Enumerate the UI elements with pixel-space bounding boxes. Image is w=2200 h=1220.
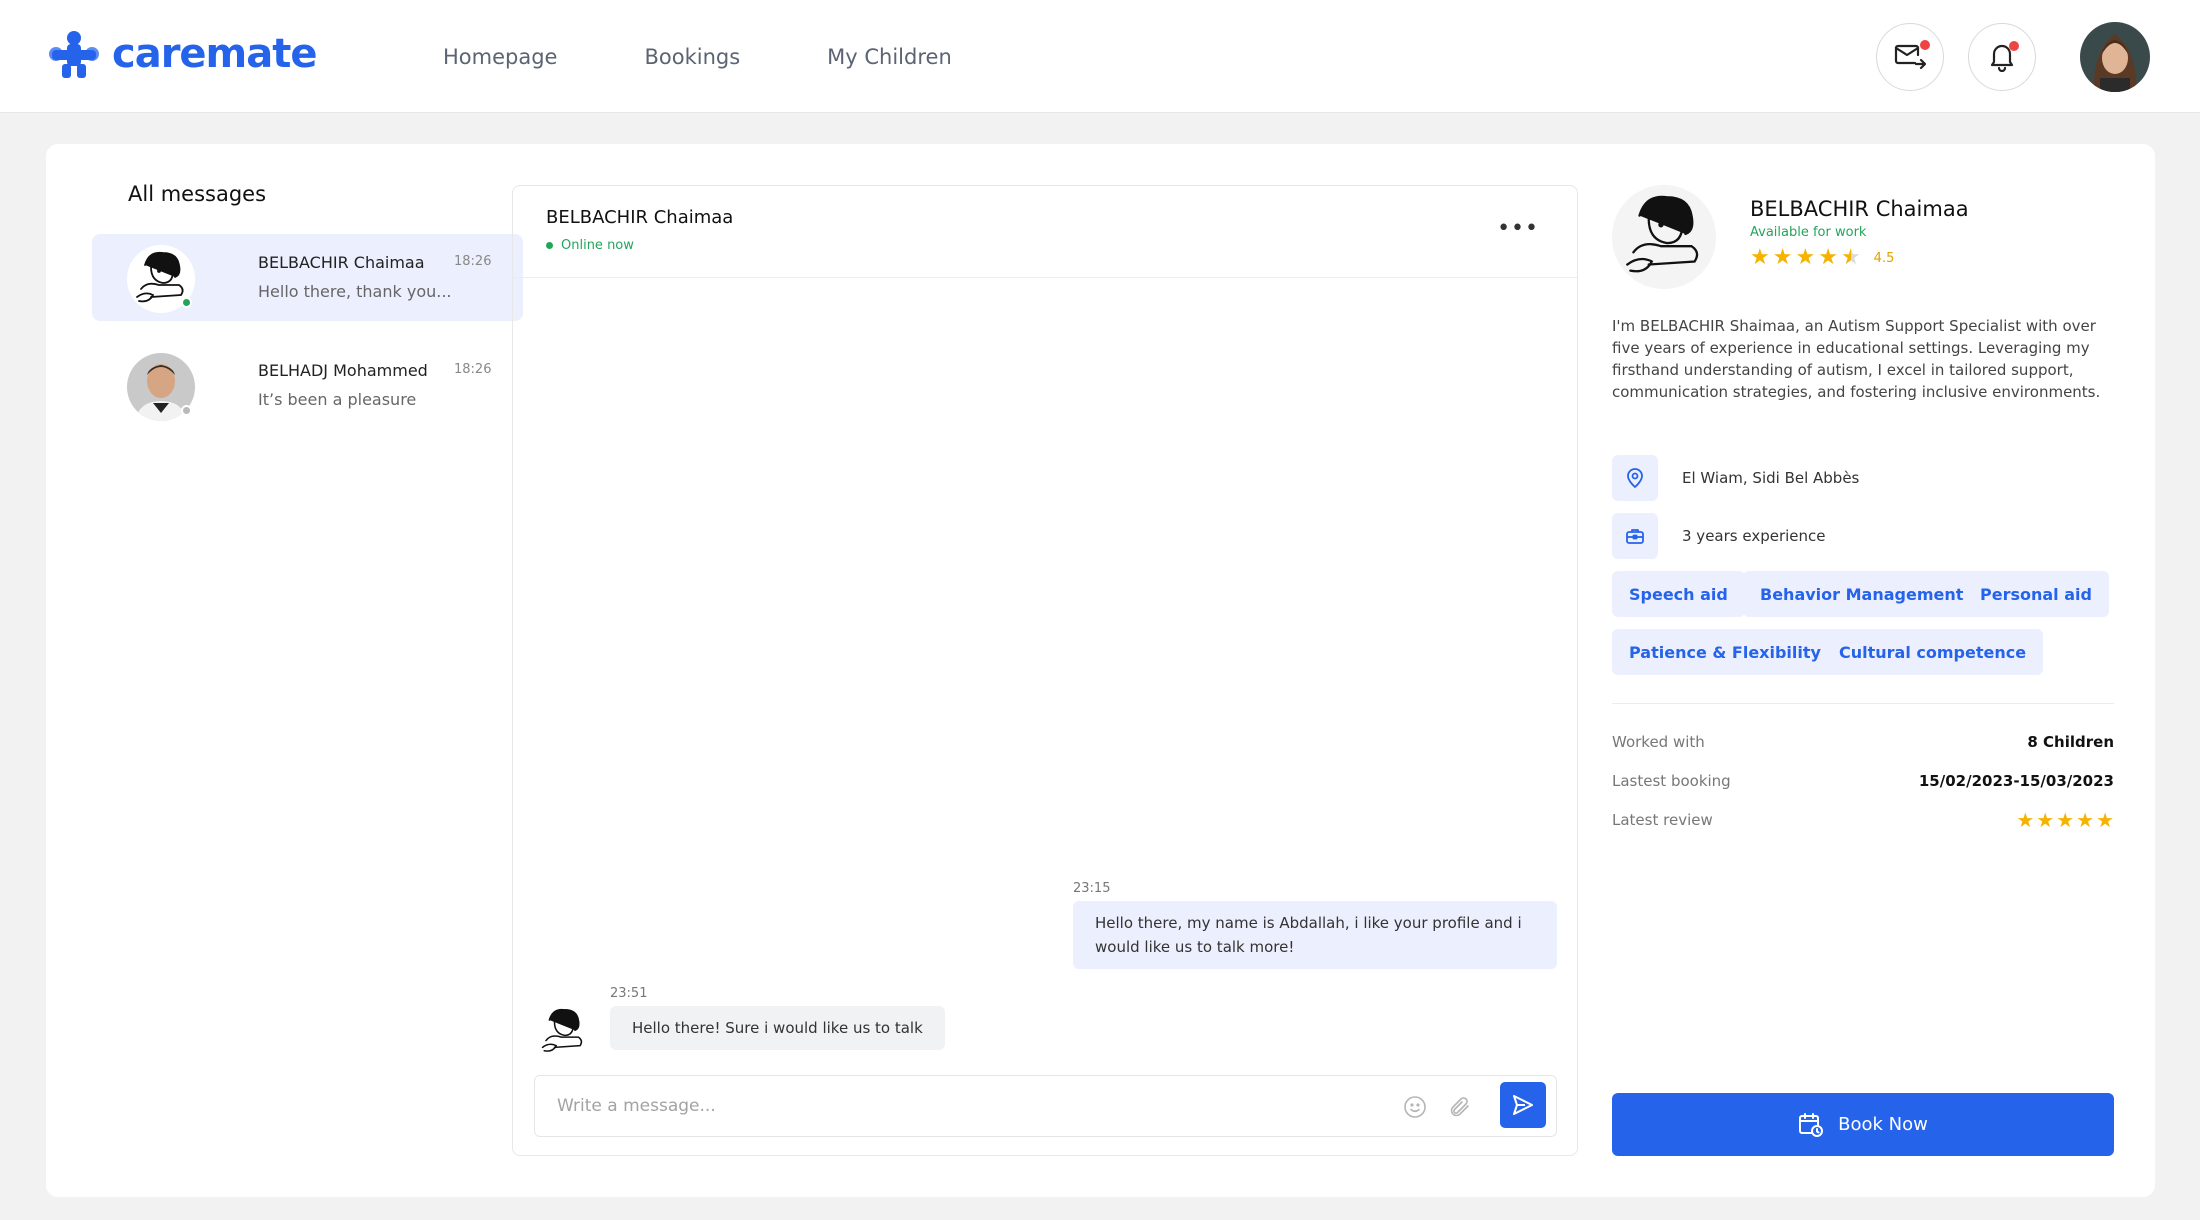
contact-name: BELBACHIR Chaimaa [258, 253, 425, 272]
online-status-text: Online now [561, 238, 634, 253]
skill-tag: Patience & Flexibility [1612, 629, 1838, 675]
conversation-item[interactable]: BELHADJ Mohammed 18:26 It’s been a pleas… [92, 342, 523, 429]
notifications-button[interactable] [1968, 23, 2036, 91]
incoming-message-bubble: Hello there! Sure i would like us to tal… [610, 1006, 945, 1050]
contact-message-avatar [534, 1003, 592, 1061]
availability-text: Available for work [1750, 225, 1867, 240]
location-row: El Wiam, Sidi Bel Abbès [1612, 455, 1859, 501]
latest-review-row: Latest review ★ ★ ★ ★ ★ [1612, 809, 2114, 831]
main-card: All messages BELBACHIR Chaimaa 18:26 Hel… [46, 144, 2155, 1197]
outgoing-message-bubble: Hello there, my name is Abdallah, i like… [1073, 901, 1557, 969]
latest-booking-label: Lastest booking [1612, 772, 1731, 790]
send-icon [1513, 1095, 1533, 1115]
message-preview: Hello there, thank you... [258, 282, 452, 301]
message-time: 18:26 [454, 254, 492, 269]
nav-homepage[interactable]: Homepage [443, 45, 557, 69]
latest-review-label: Latest review [1612, 811, 1713, 829]
location-pin-icon [1612, 455, 1658, 501]
all-messages-title: All messages [128, 182, 267, 206]
experience-row: 3 years experience [1612, 513, 1826, 559]
skill-tag: Personal aid [1963, 571, 2109, 617]
user-avatar[interactable] [2080, 22, 2150, 92]
star-icon: ★ [2096, 808, 2114, 832]
outgoing-message-time: 23:15 [1073, 881, 1111, 896]
location-text: El Wiam, Sidi Bel Abbès [1682, 469, 1860, 487]
nav-my-children[interactable]: My Children [827, 45, 952, 69]
profile-name: BELBACHIR Chaimaa [1750, 197, 1969, 221]
book-now-label: Book Now [1838, 1114, 1928, 1135]
incoming-message-time: 23:51 [610, 986, 648, 1001]
top-navbar: caremate Homepage Bookings My Children [0, 0, 2200, 113]
message-input[interactable] [557, 1090, 1377, 1122]
briefcase-icon [1612, 513, 1658, 559]
profile-panel: BELBACHIR Chaimaa Available for work ★ ★… [1612, 185, 2114, 1156]
calendar-clock-icon [1799, 1112, 1824, 1137]
message-time: 18:26 [454, 362, 492, 377]
main-nav: Homepage Bookings My Children [443, 0, 952, 113]
star-icon: ★ [1818, 245, 1838, 270]
worked-with-value: 8 Children [2027, 733, 2114, 751]
online-dot [546, 242, 553, 249]
star-icon: ★ [1772, 245, 1793, 270]
half-star-icon: ★ [1840, 245, 1861, 270]
star-icon: ★ [1795, 245, 1816, 270]
message-preview: It’s been a pleasure [258, 390, 417, 409]
message-composer [534, 1075, 1557, 1137]
worked-with-row: Worked with 8 Children [1612, 733, 2114, 751]
skill-tag: Behavior Management [1743, 571, 1981, 617]
contact-name: BELHADJ Mohammed [258, 361, 428, 380]
latest-booking-row: Lastest booking 15/02/2023-15/03/2023 [1612, 772, 2114, 790]
more-options-icon[interactable]: ••• [1497, 216, 1539, 241]
latest-booking-value: 15/02/2023-15/03/2023 [1918, 772, 2114, 790]
paperclip-icon[interactable] [1445, 1092, 1475, 1122]
star-icon: ★ [2016, 808, 2035, 832]
star-icon: ★ [2036, 808, 2055, 832]
rating-stars: ★ ★ ★ ★ ★ 4.5 [1750, 247, 1894, 269]
notifications-dot [2009, 41, 2019, 51]
offline-status-dot [181, 405, 192, 416]
online-status-dot [181, 297, 192, 308]
chat-online-status: Online now [546, 238, 634, 253]
brand-name: caremate [112, 31, 317, 77]
profile-bio: I'm BELBACHIR Shaimaa, an Autism Support… [1612, 317, 2101, 401]
chat-header: BELBACHIR Chaimaa Online now ••• [513, 186, 1577, 278]
messages-button[interactable] [1876, 23, 1944, 91]
book-now-button[interactable]: Book Now [1612, 1093, 2114, 1156]
experience-text: 3 years experience [1682, 527, 1826, 545]
rating-value: 4.5 [1873, 250, 1895, 266]
star-icon: ★ [1750, 245, 1770, 270]
worked-with-label: Worked with [1612, 733, 1705, 751]
star-icon: ★ [2076, 808, 2095, 832]
nav-bookings[interactable]: Bookings [644, 45, 740, 69]
chat-panel: BELBACHIR Chaimaa Online now ••• 23:15 H… [512, 185, 1578, 1156]
send-button[interactable] [1500, 1082, 1546, 1128]
profile-avatar [1612, 185, 1716, 289]
chat-contact-name: BELBACHIR Chaimaa [546, 207, 734, 228]
star-icon: ★ [2056, 808, 2075, 832]
skill-tag: Speech aid [1612, 571, 1745, 617]
conversation-item[interactable]: BELBACHIR Chaimaa 18:26 Hello there, tha… [92, 234, 523, 321]
puzzle-logo-icon [49, 31, 99, 78]
divider [1612, 703, 2114, 704]
latest-review-stars: ★ ★ ★ ★ ★ [2016, 809, 2114, 831]
emoji-icon[interactable] [1400, 1092, 1430, 1122]
skill-tag: Cultural competence [1822, 629, 2044, 675]
messages-notification-dot [1920, 40, 1930, 50]
caremate-logo[interactable]: caremate [44, 30, 317, 78]
